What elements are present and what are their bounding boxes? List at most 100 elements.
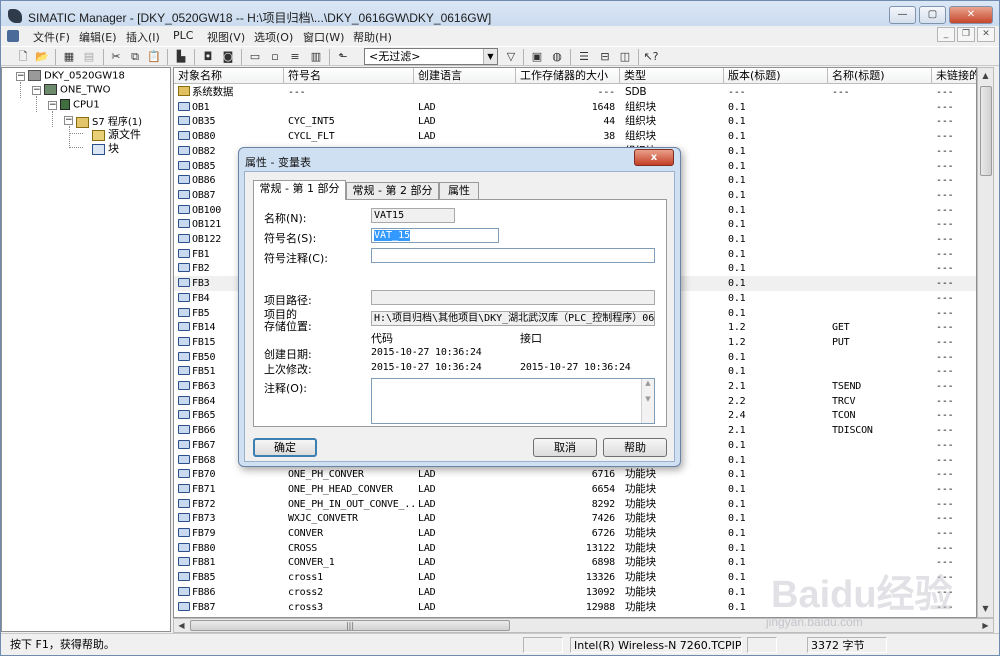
filter-select[interactable]: <无过滤> ▼ bbox=[364, 48, 498, 65]
tree-node-blocks[interactable]: 块 bbox=[92, 140, 119, 156]
tree-node-station[interactable]: ONE_TWO bbox=[44, 84, 111, 96]
cut-icon[interactable]: ✂ bbox=[108, 49, 124, 64]
vertical-scrollbar[interactable]: ▲ ▼ bbox=[977, 67, 994, 618]
help-button[interactable]: 帮助 bbox=[603, 438, 667, 457]
table-cell: 7426 bbox=[591, 513, 615, 525]
new-icon[interactable]: 🗋 bbox=[15, 49, 31, 64]
list-view-icon[interactable]: ≡ bbox=[287, 49, 303, 64]
copy-icon[interactable]: ⧉ bbox=[127, 49, 143, 64]
col-unlinked[interactable]: 未链接的 bbox=[932, 68, 976, 84]
tab-attributes[interactable]: 属性 bbox=[439, 182, 479, 199]
mdi-close-button[interactable]: ✕ bbox=[977, 27, 995, 42]
tree-collapse-root[interactable]: − bbox=[16, 72, 25, 81]
filter-icon[interactable]: ▽ bbox=[503, 49, 519, 64]
ok-button[interactable]: 确定 bbox=[253, 438, 317, 457]
table-cell: --- bbox=[936, 101, 954, 113]
table-cell: 0.1 bbox=[728, 528, 746, 539]
col-work-memory[interactable]: 工作存储器的大小 bbox=[516, 68, 620, 84]
tree-node-project[interactable]: DKY_0520GW18 bbox=[28, 70, 125, 82]
menu-window[interactable]: 窗口(W) bbox=[303, 29, 344, 45]
note-textarea[interactable]: ▲ ▼ bbox=[371, 378, 655, 424]
minimize-button[interactable]: — bbox=[889, 6, 916, 24]
table-row[interactable]: FB72 ONE_PH_IN_OUT_CONVE_... LAD 8292 功能块 0.1… bbox=[174, 497, 976, 512]
network-icon[interactable]: ◍ bbox=[549, 49, 565, 64]
scroll-left-icon[interactable]: ◀ bbox=[174, 619, 189, 632]
online-icon[interactable]: ◘ bbox=[200, 49, 216, 64]
table-row[interactable]: 系统数据 --- --- SDB --- --- --- bbox=[174, 85, 976, 100]
tile-icon[interactable]: ⊟ bbox=[597, 49, 613, 64]
table-row[interactable]: FB70 ONE_PH_CONVER LAD 6716 功能块 0.1 --- bbox=[174, 467, 976, 482]
tile-vertical-icon[interactable]: ◫ bbox=[617, 49, 633, 64]
scroll-up-icon[interactable]: ▲ bbox=[978, 68, 993, 84]
context-help-icon[interactable]: ↖? bbox=[643, 49, 659, 64]
download-icon[interactable]: ▙ bbox=[173, 49, 189, 64]
accessible-nodes-icon[interactable]: ▦ bbox=[61, 49, 77, 64]
col-type[interactable]: 类型 bbox=[620, 68, 724, 84]
offline-icon[interactable]: ◙ bbox=[220, 49, 236, 64]
cancel-button[interactable]: 取消 bbox=[533, 438, 597, 457]
col-language[interactable]: 创建语言 bbox=[414, 68, 516, 84]
tree-collapse-program[interactable]: − bbox=[64, 116, 73, 125]
details-view-icon[interactable]: ▥ bbox=[308, 49, 324, 64]
close-window-button[interactable]: ✕ bbox=[949, 6, 993, 24]
modified-interface-value: 2015-10-27 10:36:24 bbox=[520, 362, 631, 373]
mdi-restore-button[interactable]: ❐ bbox=[957, 27, 975, 42]
menu-edit[interactable]: 编辑(E) bbox=[79, 29, 117, 45]
table-row[interactable]: FB71 ONE_PH_HEAD_CONVER LAD 6654 功能块 0.1 --- bbox=[174, 482, 976, 497]
memory-card-icon[interactable]: ▤ bbox=[81, 49, 97, 64]
comment-field[interactable] bbox=[371, 248, 655, 263]
paste-icon[interactable]: 📋 bbox=[146, 49, 162, 64]
menu-file[interactable]: 文件(F) bbox=[33, 29, 70, 45]
up-level-icon[interactable]: ⬑ bbox=[335, 49, 351, 64]
col-version[interactable]: 版本(标题) bbox=[724, 68, 828, 84]
table-cell: --- bbox=[936, 483, 954, 495]
dialog-close-button[interactable]: x bbox=[634, 149, 674, 166]
maximize-button[interactable]: ▢ bbox=[919, 6, 946, 24]
small-icons-icon[interactable]: ▫ bbox=[267, 49, 283, 64]
col-symbol-name[interactable]: 符号名 bbox=[284, 68, 414, 84]
status-empty-2 bbox=[747, 637, 777, 653]
program-icon bbox=[76, 116, 89, 128]
mdi-minimize-button[interactable]: _ bbox=[937, 27, 955, 42]
symbol-field[interactable]: VAT_15 bbox=[371, 228, 499, 243]
table-row[interactable]: FB79 CONVER LAD 6726 功能块 0.1 --- bbox=[174, 526, 976, 541]
table-row[interactable]: OB80 CYCL_FLT LAD 38 组织块 0.1 --- bbox=[174, 129, 976, 144]
project-icon bbox=[28, 70, 41, 81]
menu-options[interactable]: 选项(O) bbox=[254, 29, 293, 45]
tab-general-1[interactable]: 常规 - 第 1 部分 bbox=[253, 180, 346, 200]
menu-insert[interactable]: 插入(I) bbox=[126, 29, 160, 45]
table-cell: 功能块 bbox=[625, 468, 656, 481]
chevron-down-icon[interactable]: ▼ bbox=[483, 49, 497, 64]
large-icons-icon[interactable]: ▭ bbox=[247, 49, 263, 64]
table-cell: 2.1 bbox=[728, 381, 746, 392]
table-row[interactable]: FB73 WXJC_CONVETR LAD 7426 功能块 0.1 --- bbox=[174, 511, 976, 526]
vertical-scroll-thumb[interactable] bbox=[980, 86, 992, 176]
tree-collapse-cpu[interactable]: − bbox=[48, 101, 57, 110]
table-cell bbox=[832, 144, 932, 159]
block-icon bbox=[178, 131, 190, 141]
note-scrollbar[interactable]: ▲ ▼ bbox=[641, 379, 654, 423]
table-cell: 6726 bbox=[591, 528, 615, 539]
table-row[interactable]: OB35 CYC_INT5 LAD 44 组织块 0.1 --- bbox=[174, 114, 976, 129]
document-icon[interactable] bbox=[7, 30, 19, 42]
tree-node-cpu[interactable]: CPU1 bbox=[60, 99, 100, 111]
open-icon[interactable]: 📂 bbox=[34, 49, 50, 64]
col-name-title[interactable]: 名称(标题) bbox=[828, 68, 932, 84]
menu-view[interactable]: 视图(V) bbox=[207, 29, 245, 45]
block-icon bbox=[178, 542, 190, 552]
table-row[interactable]: OB1 LAD 1648 组织块 0.1 --- bbox=[174, 100, 976, 115]
table-cell: LAD bbox=[418, 116, 436, 128]
tile-horizontal-icon[interactable]: ☰ bbox=[576, 49, 592, 64]
simulation-icon[interactable]: ▣ bbox=[529, 49, 545, 64]
horizontal-scroll-thumb[interactable]: ||| bbox=[190, 620, 510, 631]
table-cell: 0.1 bbox=[728, 175, 746, 187]
menu-help[interactable]: 帮助(H) bbox=[353, 29, 392, 45]
block-icon bbox=[178, 572, 190, 582]
menu-plc[interactable]: PLC bbox=[173, 29, 193, 42]
block-icon bbox=[178, 145, 190, 155]
table-cell: FB70 bbox=[178, 467, 284, 482]
col-object-name[interactable]: 对象名称 bbox=[174, 68, 284, 84]
tree-collapse-station[interactable]: − bbox=[32, 86, 41, 95]
tab-general-2[interactable]: 常规 - 第 2 部分 bbox=[346, 182, 439, 199]
table-cell bbox=[832, 438, 932, 453]
